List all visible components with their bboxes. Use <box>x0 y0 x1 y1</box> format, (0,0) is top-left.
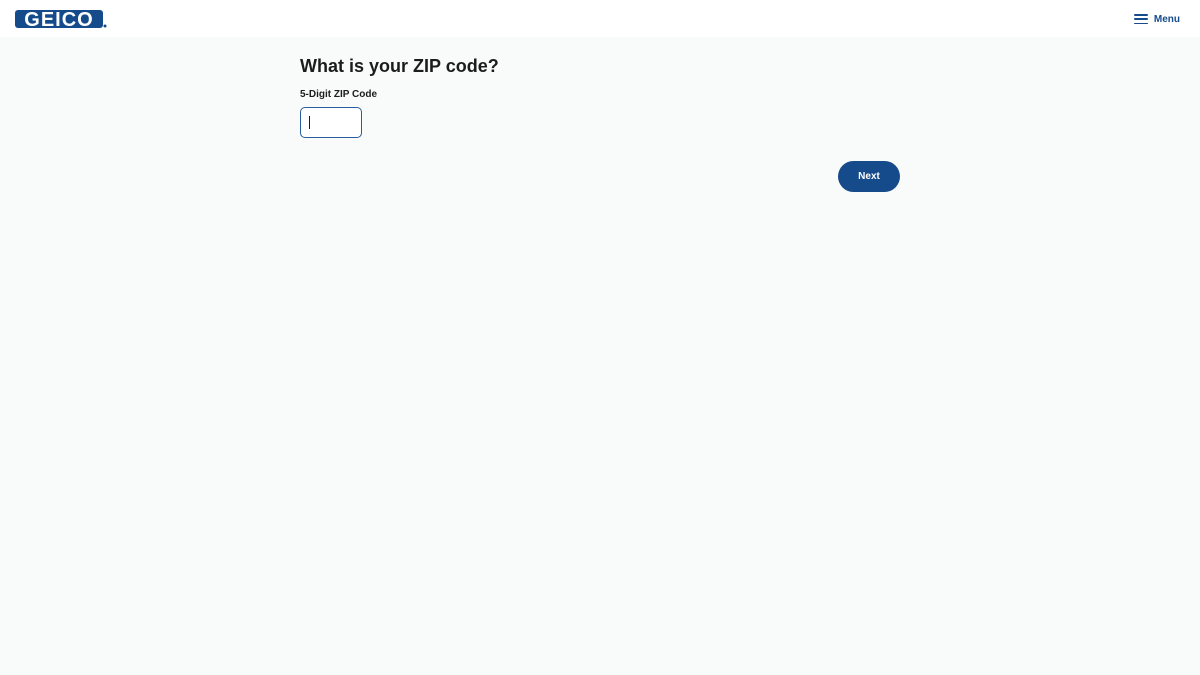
hamburger-menu-icon <box>1133 14 1148 24</box>
page-title: What is your ZIP code? <box>300 56 499 76</box>
geico-logo[interactable]: GEICO <box>15 8 107 30</box>
logo-text: GEICO <box>24 9 93 30</box>
zip-form: What is your ZIP code? 5-Digit ZIP Code … <box>300 54 900 192</box>
menu-label: Menu <box>1153 13 1180 25</box>
site-header: GEICO Menu <box>0 0 1200 37</box>
zip-code-label: 5-Digit ZIP Code <box>300 89 378 100</box>
menu-button[interactable]: Menu <box>1133 11 1180 27</box>
next-button[interactable]: Next <box>838 161 900 192</box>
text-cursor <box>309 116 310 129</box>
